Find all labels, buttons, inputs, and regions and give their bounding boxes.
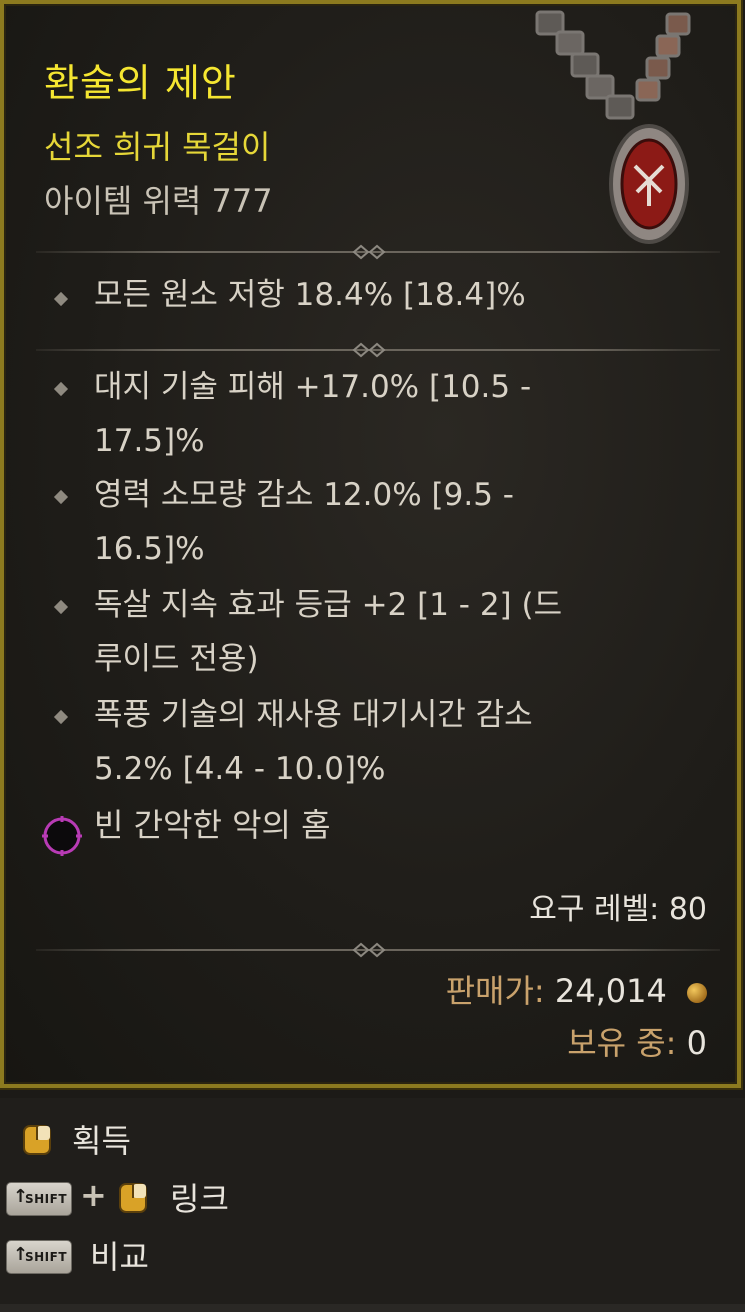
mouse-right-click-icon [119,1183,147,1213]
gold-coin-icon [687,983,707,1003]
affix-storm-cooldown: 폭풍 기술의 재사용 대기시간 감소 5.2% [4.4 - 10.0]% [94,688,694,796]
bullet-icon [53,709,69,725]
affix-line: 영력 소모량 감소 12.0% [9.5 - [94,477,514,513]
item-type: 선조 희귀 목걸이 [44,128,271,166]
affix-line: 17.5]% [94,423,205,459]
affix-line: 5.2% [4.4 - 10.0]% [94,751,386,787]
shift-key-icon: ↑ SHIFT [6,1182,72,1216]
necklace-item-image [535,10,691,244]
sell-price: 판매가: 24,014 [446,966,707,1012]
bullet-icon [53,489,69,505]
affix-line: 대지 기술 피해 +17.0% [10.5 - [94,369,532,405]
control-compare[interactable]: ↑ SHIFT 비교 [0,1232,200,1278]
divider [36,244,720,260]
socket-label: 빈 간악한 악의 홈 [94,806,331,844]
required-level: 요구 레벨: 80 [529,892,707,927]
affix-line: 독살 지속 효과 등급 +2 [1 - 2] (드 [94,587,563,623]
plus-sign: + [80,1176,107,1214]
owned-count: 보유 중: 0 [567,1018,707,1064]
owned-value: 0 [686,1024,707,1062]
affix-line: 16.5]% [94,531,205,567]
controls-panel: 획득 ↑ SHIFT + 링크 ↑ SHIFT 비교 [0,1098,745,1312]
affix-poison-ranks: 독살 지속 효과 등급 +2 [1 - 2] (드 루이드 전용) [94,578,694,686]
control-link[interactable]: ↑ SHIFT + 링크 [0,1174,300,1220]
socket-icon [42,816,82,856]
divider [36,342,720,358]
mouse-right-click-icon [23,1125,51,1155]
control-label: 링크 [170,1180,229,1218]
bottom-divider [0,1304,745,1312]
control-label: 획득 [72,1122,131,1160]
bullet-icon [53,291,69,307]
control-label: 비교 [90,1238,149,1276]
affix-line: 루이드 전용) [94,641,259,677]
affix-earth-skill-damage: 대지 기술 피해 +17.0% [10.5 - 17.5]% [94,360,694,468]
affix-spirit-cost-reduction: 영력 소모량 감소 12.0% [9.5 - 16.5]% [94,468,694,576]
bullet-icon [53,599,69,615]
affix-line: 폭풍 기술의 재사용 대기시간 감소 [94,697,533,733]
shift-key-icon: ↑ SHIFT [6,1240,72,1274]
owned-label: 보유 중: [567,1024,677,1062]
item-name: 환술의 제안 [44,61,237,105]
item-power: 아이템 위력 777 [44,182,273,220]
bullet-icon [53,381,69,397]
item-tooltip: 환술의 제안 선조 희귀 목걸이 아이템 위력 777 모든 원소 저항 18.… [0,0,741,1088]
implicit-affix: 모든 원소 저항 18.4% [18.4]% [94,277,526,313]
sell-price-label: 판매가: [445,972,545,1010]
divider [36,942,720,958]
sell-price-value: 24,014 [554,972,667,1010]
control-acquire[interactable]: 획득 [0,1116,200,1162]
